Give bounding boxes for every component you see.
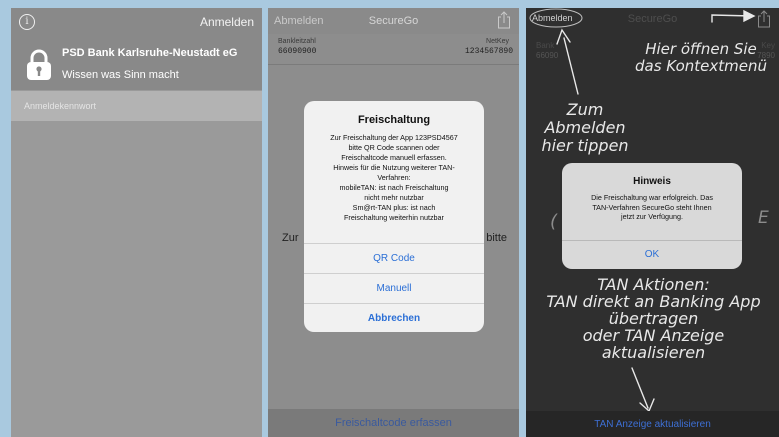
account-row: Bankleitzahl 66090900 NetKey 1234567890	[268, 38, 519, 64]
login-button[interactable]: Anmelden	[200, 15, 254, 29]
footer-bar: Freischaltcode erfassen	[268, 409, 519, 437]
background-text-right: bitte	[486, 232, 507, 244]
dialog-line: Freischaltcode manuell erfassen.	[341, 153, 447, 162]
refresh-tan-button[interactable]: TAN Anzeige aktualisieren	[526, 419, 779, 430]
bank-header: i Anmelden PSD Bank Karlsruhe-Neustadt e…	[11, 8, 262, 90]
arrowhead-share	[743, 9, 756, 23]
nav-title: SecureGo	[368, 15, 419, 27]
dialog-line: Verfahren:	[377, 173, 411, 182]
dialog-line: Freischaltung weiterhin nutzbar	[344, 213, 444, 222]
qr-code-button[interactable]: QR Code	[304, 244, 484, 273]
bank-code-value: 66090900	[278, 47, 317, 56]
info-circle-icon[interactable]: i	[19, 14, 35, 30]
password-row	[11, 91, 262, 121]
cancel-button[interactable]: Abbrechen	[304, 304, 484, 332]
dialog-line: Hinweis für die Nutzung weiterer TAN-	[333, 163, 455, 172]
footer-bar: TAN Anzeige aktualisieren	[526, 411, 779, 437]
login-screen: i Anmelden PSD Bank Karlsruhe-Neustadt e…	[11, 8, 262, 437]
dialog-line: Zur Freischaltung der App 123PSD4567	[330, 133, 458, 142]
activation-dialog: Freischaltung Zur Freischaltung der App …	[304, 101, 484, 332]
share-icon[interactable]	[497, 11, 511, 29]
netkey-label: NetKey	[486, 38, 509, 45]
enter-activation-code-button[interactable]: Freischaltcode erfassen	[268, 417, 519, 429]
activation-screen: Abmelden SecureGo Bankleitzahl 66090900 …	[268, 8, 519, 437]
dialog-line: mobileTAN: ist nach Freischaltung	[339, 183, 449, 192]
manual-button[interactable]: Manuell	[304, 274, 484, 303]
arrow-to-footer	[631, 367, 649, 409]
dialog-line: bitte QR Code scannen oder	[348, 143, 440, 152]
dialog-message: Zur Freischaltung der App 123PSD4567 bit…	[310, 133, 478, 223]
dialog-line: nicht mehr nutzbar	[364, 193, 424, 202]
logout-highlight	[529, 8, 583, 28]
background-text-left: Zur	[282, 232, 299, 244]
bank-name: PSD Bank Karlsruhe-Neustadt eG	[62, 47, 238, 59]
divider	[268, 64, 519, 65]
tutorial-overlay-screen: Abmelden SecureGo Bank 66090 Key 7890 Hi…	[526, 8, 779, 437]
bank-slogan: Wissen was Sinn macht	[62, 69, 179, 81]
dialog-line: Sm@rt-TAN plus: ist nach	[352, 203, 436, 212]
nav-bar: Abmelden SecureGo	[268, 8, 519, 34]
arrowhead-logout	[556, 28, 571, 45]
password-field[interactable]	[11, 91, 254, 121]
dialog-title: Freischaltung	[357, 114, 431, 126]
netkey-value: 1234567890	[464, 47, 513, 56]
lock-icon	[27, 49, 51, 80]
annotation-arrows	[529, 8, 756, 413]
bank-code-label: Bankleitzahl	[278, 38, 316, 45]
arrow-to-logout	[563, 37, 579, 95]
